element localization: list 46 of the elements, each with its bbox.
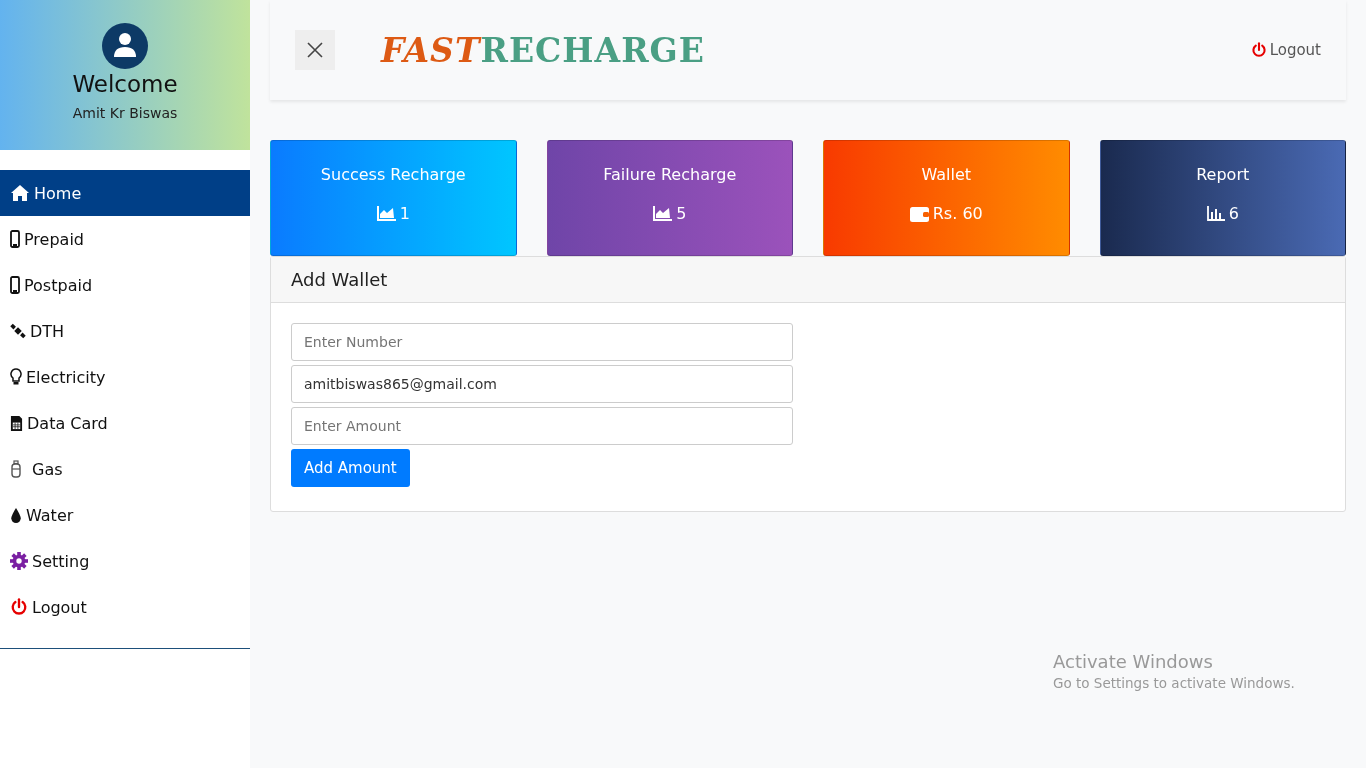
add-amount-button[interactable]: Add Amount (291, 449, 410, 487)
user-avatar-icon (102, 23, 148, 69)
gear-icon (10, 552, 28, 570)
sidebar-item[interactable]: Postpaid (0, 262, 250, 308)
panel-title: Add Wallet (291, 269, 388, 290)
area-chart-icon (653, 206, 673, 221)
phone-icon (10, 276, 20, 294)
card-value: 1 (399, 204, 410, 223)
power-icon (10, 598, 28, 616)
card-value: 6 (1228, 204, 1239, 223)
card-title: Report (1196, 165, 1250, 184)
logout-link[interactable]: Logout (1250, 41, 1321, 59)
sidebar-item[interactable]: Data Card (0, 400, 250, 446)
sidebar-item[interactable]: Logout (0, 584, 250, 630)
sidebar-item[interactable]: Water (0, 492, 250, 538)
water-drop-icon (10, 506, 22, 524)
power-icon (1250, 42, 1267, 58)
close-menu-button[interactable] (295, 30, 335, 70)
home-icon (10, 184, 30, 202)
phone-icon (10, 230, 20, 248)
logo: FASTRECHARGE (381, 30, 705, 70)
sidebar-item[interactable]: DTH (0, 308, 250, 354)
sidebar-item[interactable]: Gas (0, 446, 250, 492)
input-field[interactable]: amitbiswas865@gmail.com (291, 365, 793, 403)
card-title: Failure Recharge (603, 165, 737, 184)
input-field[interactable]: Enter Number (291, 323, 793, 361)
user-name: Amit Kr Biswas (72, 105, 178, 121)
sidebar-item[interactable]: Setting (0, 538, 250, 584)
lightbulb-icon (10, 368, 22, 386)
card-value: 5 (676, 204, 687, 223)
activation-title: Activate Windows (1053, 651, 1214, 672)
welcome-heading: Welcome (72, 71, 178, 97)
sidebar-item[interactable]: Home (0, 170, 250, 216)
input-field[interactable]: Enter Amount (291, 407, 793, 445)
wallet-icon (909, 205, 929, 222)
gas-cylinder-icon (10, 460, 22, 478)
close-icon (306, 41, 324, 59)
card-title: Wallet (921, 165, 972, 184)
sim-card-icon (10, 414, 23, 432)
area-chart-icon (376, 206, 396, 221)
sidebar-item[interactable]: Prepaid (0, 216, 250, 262)
card-value: Rs. 60 (932, 204, 983, 223)
card-title: Success Recharge (320, 165, 466, 184)
bar-chart-icon (1206, 206, 1225, 221)
sidebar-item[interactable]: Electricity (0, 354, 250, 400)
activation-text: Go to Settings to activate Windows. (1053, 675, 1295, 691)
